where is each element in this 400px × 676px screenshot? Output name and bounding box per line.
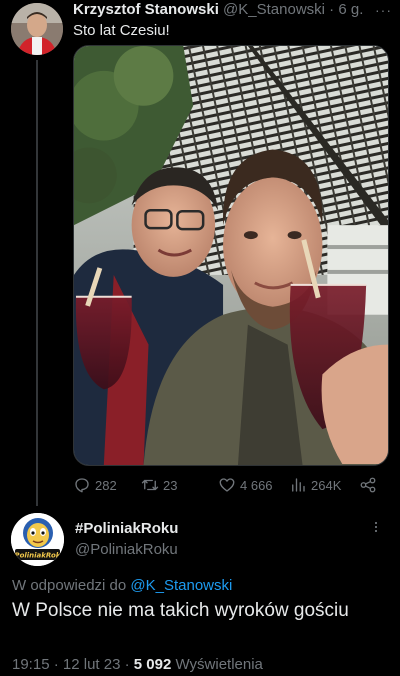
avatar[interactable] bbox=[11, 3, 63, 55]
like-icon bbox=[219, 478, 235, 492]
tweet-time[interactable]: 6 g. bbox=[338, 1, 363, 18]
reply-context: W odpowiedzi do @K_Stanowski bbox=[12, 576, 232, 596]
reply-views-label: Wyświetlenia bbox=[175, 656, 263, 673]
meta-separator: · bbox=[124, 656, 130, 673]
views-icon bbox=[292, 478, 305, 492]
reply-date[interactable]: 12 lut 23 bbox=[63, 656, 121, 673]
reply-views-count[interactable]: 5 092 bbox=[134, 656, 172, 673]
reply-avatar[interactable]: #PoliniakRoku bbox=[11, 513, 64, 566]
reply-author-name[interactable]: #PoliniakRoku bbox=[75, 519, 178, 539]
tweet-header: Krzysztof Stanowski @K_Stanowski · 6 g. bbox=[73, 0, 363, 20]
selfie-image bbox=[74, 46, 388, 465]
more-icon[interactable]: ··· bbox=[375, 2, 392, 18]
poliniak-avatar-image: #PoliniakRoku bbox=[11, 513, 64, 566]
avatar-image bbox=[11, 3, 63, 55]
reply-button[interactable]: 282 bbox=[73, 474, 117, 496]
tweet-photo[interactable] bbox=[73, 45, 389, 466]
author-name[interactable]: Krzysztof Stanowski bbox=[73, 1, 219, 18]
views-button[interactable]: 264K bbox=[289, 474, 341, 496]
reply-author-handle[interactable]: @PoliniakRoku bbox=[75, 540, 178, 560]
retweet-count: 23 bbox=[163, 477, 178, 493]
share-button[interactable] bbox=[359, 474, 377, 496]
reply-meta: 19:15 · 12 lut 23 · 5 092 Wyświetlenia bbox=[12, 655, 263, 675]
author-handle[interactable]: @K_Stanowski bbox=[223, 1, 325, 18]
avatar-logo-text: #PoliniakRoku bbox=[11, 552, 64, 560]
retweet-icon bbox=[141, 479, 159, 491]
reply-context-prefix: W odpowiedzi do bbox=[12, 577, 127, 594]
like-button[interactable]: 4 666 bbox=[218, 474, 273, 496]
tweet-text: Sto lat Czesiu! bbox=[73, 22, 170, 39]
views-count: 264K bbox=[311, 477, 342, 493]
reply-more-icon[interactable]: ··· bbox=[367, 520, 387, 532]
reply-icon bbox=[75, 478, 89, 493]
reply-text: W Polsce nie ma takich wyroków gościu bbox=[12, 600, 349, 621]
thread-connector-line bbox=[36, 60, 38, 506]
retweet-button[interactable]: 23 bbox=[141, 474, 177, 496]
reply-time[interactable]: 19:15 bbox=[12, 656, 50, 673]
reply-count: 282 bbox=[95, 477, 117, 493]
like-count: 4 666 bbox=[240, 477, 273, 493]
share-icon bbox=[360, 477, 376, 493]
tweet-actions: 282 23 4 666 264K bbox=[73, 474, 389, 496]
header-separator: · bbox=[329, 1, 335, 18]
reply-mention-link[interactable]: @K_Stanowski bbox=[130, 577, 232, 594]
meta-separator: · bbox=[53, 656, 59, 673]
